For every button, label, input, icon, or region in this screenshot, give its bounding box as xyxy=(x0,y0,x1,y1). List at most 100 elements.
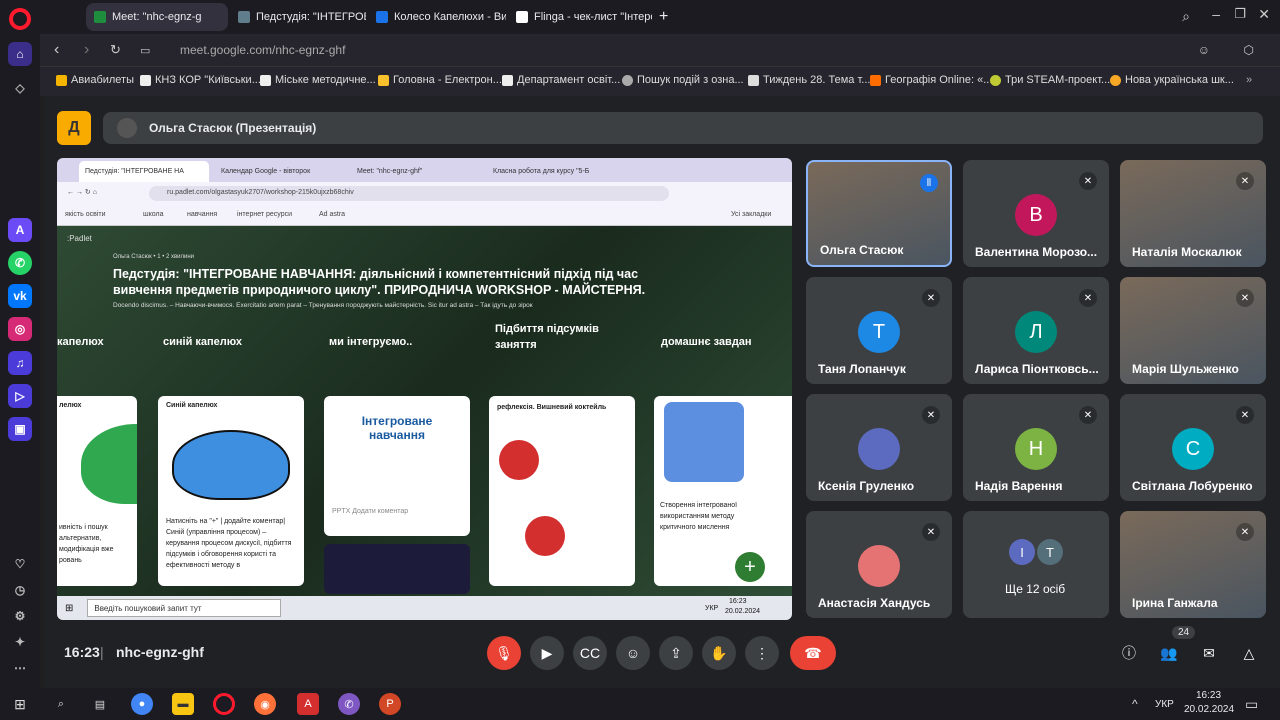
taskbar-time[interactable]: 16:23 xyxy=(1196,690,1221,701)
speed-dial-icon[interactable]: ◇ xyxy=(8,76,32,100)
chrome-icon[interactable]: ● xyxy=(131,693,153,715)
wallet-icon[interactable]: ▣ xyxy=(8,417,32,441)
participant-tile[interactable]: Марія Шульженко ✕ xyxy=(1120,277,1266,384)
windows-start-icon: ⊞ xyxy=(65,602,74,614)
minimize-icon[interactable]: – xyxy=(1212,6,1220,22)
raise-hand-button[interactable]: ✋ xyxy=(702,636,736,670)
bookmark[interactable]: Три STEAM-проект... xyxy=(990,74,1110,86)
history-icon[interactable]: ◷ xyxy=(8,578,32,602)
shared-bookmark: школа xyxy=(143,211,164,218)
bookmark[interactable]: Пошук подій з озна... xyxy=(622,74,744,86)
presenter-logo: Д xyxy=(57,111,91,145)
activities-icon[interactable]: △ xyxy=(1232,636,1266,670)
reload-icon[interactable]: ↻ xyxy=(110,42,121,58)
mic-off-button[interactable]: 🎙 xyxy=(487,636,521,670)
new-tab-button[interactable]: + xyxy=(654,3,678,31)
participant-tile[interactable]: Наталія Москалюк ✕ xyxy=(1120,160,1266,267)
chat-icon[interactable]: ✉ xyxy=(1192,636,1226,670)
pdf-icon[interactable]: A xyxy=(297,693,319,715)
shared-bookmark: інтернет ресурси xyxy=(237,211,293,218)
shared-tab: Класна робота для курсу "5-Б xyxy=(493,168,590,175)
search-icon[interactable]: ⌕ xyxy=(1182,8,1190,25)
camera-button[interactable]: ▶ xyxy=(530,636,564,670)
music-icon[interactable]: ♫ xyxy=(8,351,32,375)
heart-icon[interactable]: ♡ xyxy=(8,552,32,576)
tab-title: Педстудія: "ІНТЕГРОВАНЕ xyxy=(256,11,366,23)
opera-logo[interactable] xyxy=(9,8,31,30)
more-options-button[interactable]: ⋮ xyxy=(745,636,779,670)
mic-off-icon: ✕ xyxy=(1236,172,1254,190)
bookmark[interactable]: Географія Online: «... xyxy=(870,74,992,86)
lightbulb-icon[interactable]: ✦ xyxy=(8,630,32,654)
tab-meet[interactable]: Meet: "nhc-egnz-g xyxy=(86,3,228,31)
taskbar-lang[interactable]: УКР xyxy=(1155,699,1174,710)
bookmark[interactable]: Міське методичне... xyxy=(260,74,376,86)
tab-title: Meet: "nhc-egnz-g xyxy=(112,11,202,23)
participant-tile[interactable]: Анастасія Хандусь ✕ xyxy=(806,511,952,618)
opera-icon[interactable] xyxy=(213,693,235,715)
puzzle-image xyxy=(664,402,744,482)
participant-tile[interactable]: Ксенія Груленко ✕ xyxy=(806,394,952,501)
restore-icon[interactable]: ❐ xyxy=(1234,6,1246,22)
wordwall-icon xyxy=(376,11,388,23)
flinga-icon xyxy=(516,11,528,23)
search-icon[interactable]: ⌕ xyxy=(50,693,72,715)
player-icon[interactable]: ▷ xyxy=(8,384,32,408)
whatsapp-icon[interactable]: ✆ xyxy=(8,251,32,275)
back-icon[interactable]: ‹ xyxy=(54,41,59,59)
tray-chevron-icon[interactable]: ^ xyxy=(1132,697,1138,711)
participant-tile[interactable]: І Т Ще 12 осіб xyxy=(963,511,1109,618)
tab-wheel[interactable]: Колесо Капелюхи - Випа xyxy=(368,3,506,31)
cube-icon[interactable]: ⬡ xyxy=(1244,43,1254,57)
powerpoint-icon[interactable]: P xyxy=(379,693,401,715)
close-icon[interactable]: ✕ xyxy=(1258,6,1270,23)
more-icon[interactable]: ⋯ xyxy=(8,656,32,680)
avatar: Л xyxy=(1015,311,1057,353)
site-info-icon[interactable]: ▭ xyxy=(140,44,150,57)
file-explorer-icon[interactable]: ▬ xyxy=(172,693,194,715)
bookmark[interactable]: Нова українська шк... xyxy=(1110,74,1234,86)
emoji-button[interactable]: ☺ xyxy=(616,636,650,670)
people-icon[interactable]: 👥 xyxy=(1152,636,1186,670)
shared-bookmark: якість освіти xyxy=(65,211,106,218)
profile-icon[interactable]: ☺ xyxy=(1198,43,1210,57)
meeting-time: 16:23 xyxy=(64,644,100,660)
url-field[interactable]: meet.google.com/nhc-egnz-ghf xyxy=(180,43,345,57)
participant-tile[interactable]: Ірина Ганжала ✕ xyxy=(1120,511,1266,618)
participant-tile[interactable]: В Валентина Морозо... ✕ xyxy=(963,160,1109,267)
add-post-icon: + xyxy=(735,552,765,582)
participant-tile[interactable]: Ольга Стасюк ⦀ xyxy=(806,160,952,267)
taskbar-date[interactable]: 20.02.2024 xyxy=(1184,704,1234,715)
participant-tile[interactable]: Л Лариса Піонтковсь... ✕ xyxy=(963,277,1109,384)
participant-tile[interactable]: С Світлана Лобуренко ✕ xyxy=(1120,394,1266,501)
aria-icon[interactable]: A xyxy=(8,218,32,242)
tab-flinga[interactable]: Flinga - чек-лист "Інтерo xyxy=(508,3,652,31)
tab-title: Колесо Капелюхи - Випа xyxy=(394,11,506,23)
bookmark[interactable]: Департамент освіт... xyxy=(502,74,620,86)
captions-button[interactable]: CC xyxy=(573,636,607,670)
present-button[interactable]: ⇪ xyxy=(659,636,693,670)
leave-call-button[interactable]: ☎ xyxy=(790,636,836,670)
more-bookmarks-icon[interactable]: » xyxy=(1246,74,1252,86)
notification-icon[interactable]: ▭ xyxy=(1245,696,1258,713)
bookmark[interactable]: Авиабилеты xyxy=(56,74,134,86)
firefox-icon[interactable]: ◉ xyxy=(254,693,276,715)
forward-icon[interactable]: › xyxy=(84,41,89,59)
settings-icon[interactable]: ⚙ xyxy=(8,604,32,628)
mic-off-icon: ✕ xyxy=(922,406,940,424)
bookmark[interactable]: КНЗ КОР "Київськи... xyxy=(140,74,261,86)
vk-icon[interactable]: vk xyxy=(8,284,32,308)
bookmark[interactable]: Тиждень 28. Тема т... xyxy=(748,74,870,86)
bookmark[interactable]: Головна - Електрон... xyxy=(378,74,502,86)
card-title: Інтегроване навчання xyxy=(361,414,433,442)
participant-tile[interactable]: Н Надія Варення ✕ xyxy=(963,394,1109,501)
viber-icon[interactable]: ✆ xyxy=(338,693,360,715)
participant-tile[interactable]: Т Таня Лопанчук ✕ xyxy=(806,277,952,384)
home-icon[interactable]: ⌂ xyxy=(8,42,32,66)
instagram-icon[interactable]: ◎ xyxy=(8,317,32,341)
mic-off-icon: ✕ xyxy=(1079,172,1097,190)
info-icon[interactable]: ⓘ xyxy=(1112,636,1146,670)
windows-start-icon[interactable]: ⊞ xyxy=(9,693,31,715)
tab-padlet[interactable]: Педстудія: "ІНТЕГРОВАНЕ xyxy=(230,3,366,31)
task-view-icon[interactable]: ▤ xyxy=(89,693,111,715)
